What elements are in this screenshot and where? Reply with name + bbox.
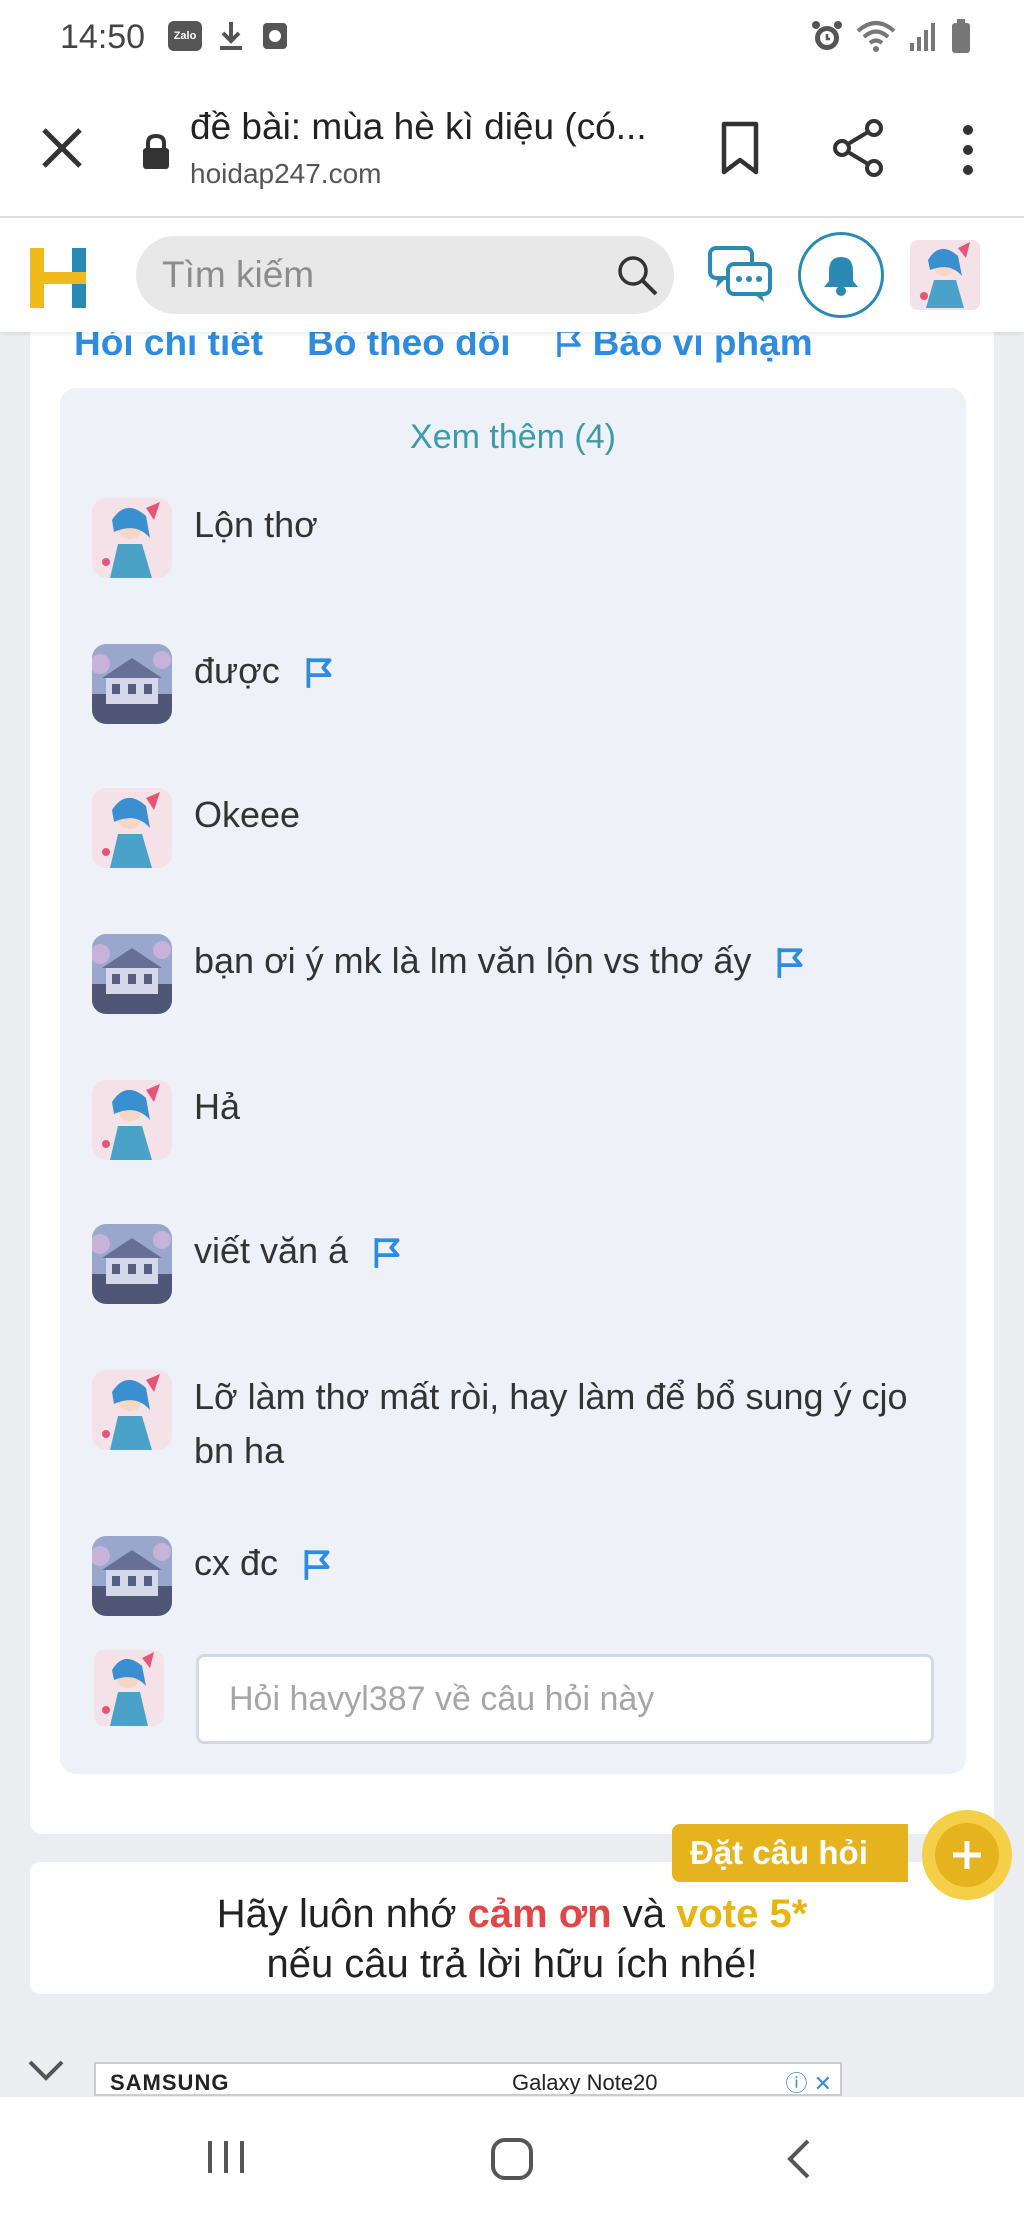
close-tab-button[interactable] xyxy=(36,122,88,174)
report-flag-icon[interactable] xyxy=(775,946,805,980)
report-flag-icon[interactable] xyxy=(304,656,334,690)
comment-reply-input[interactable] xyxy=(196,1654,934,1744)
comment-text-value: viết văn á xyxy=(194,1230,349,1271)
user-avatar[interactable] xyxy=(910,240,980,310)
comment-text: được xyxy=(194,644,334,698)
plus-icon xyxy=(953,1841,981,1869)
house-avatar-icon[interactable] xyxy=(92,934,172,1014)
plus-circle xyxy=(935,1823,999,1887)
comment-text: Lộn thơ xyxy=(194,504,318,545)
anime-avatar-icon[interactable] xyxy=(92,498,172,578)
ask-question-plus-button[interactable] xyxy=(922,1810,1012,1900)
comment-item: cx đc xyxy=(92,1536,952,1616)
reminder-vote: vote 5* xyxy=(676,1892,808,1936)
share-button[interactable] xyxy=(830,118,886,178)
anime-avatar-icon[interactable] xyxy=(92,1080,172,1160)
status-bar: 14:50 Zalo xyxy=(0,0,1024,78)
search-input[interactable] xyxy=(162,236,602,314)
comment-item: Hả xyxy=(92,1080,952,1160)
chevron-down-icon[interactable] xyxy=(24,2054,68,2086)
back-icon[interactable] xyxy=(780,2135,816,2183)
ad-brand-text: SAMSUNG xyxy=(110,2070,230,2095)
comment-text: cx đc xyxy=(194,1536,332,1590)
signal-icon xyxy=(910,23,935,51)
search-icon[interactable] xyxy=(614,252,660,298)
comment-item: được xyxy=(92,644,952,724)
bookmark-button[interactable] xyxy=(716,120,764,176)
ask-question-button[interactable]: Đặt câu hỏi xyxy=(672,1824,908,1882)
comment-text-value: được xyxy=(194,650,280,691)
anime-avatar-icon[interactable] xyxy=(92,1370,172,1450)
comment-item: Lộn thơ xyxy=(92,498,952,578)
comment-text: Okeee xyxy=(194,794,301,835)
bell-icon xyxy=(824,257,858,296)
battery-icon xyxy=(952,19,970,53)
page-title[interactable]: đề bài: mùa hè kì diệu (có... xyxy=(190,106,660,148)
notifications-button[interactable] xyxy=(798,232,884,318)
house-avatar-icon[interactable] xyxy=(92,1224,172,1304)
comment-text: Lỡ làm thơ mất ròi, hay làm để bổ sung ý… xyxy=(194,1376,908,1471)
status-time: 14:50 xyxy=(60,18,146,56)
current-user-avatar xyxy=(94,1650,164,1726)
page-domain[interactable]: hoidap247.com xyxy=(190,158,381,190)
alarm-icon xyxy=(812,21,842,50)
comment-item: Okeee xyxy=(92,788,952,868)
see-more-comments[interactable]: Xem thêm (4) xyxy=(60,418,966,457)
ad-banner[interactable]: SAMSUNG Galaxy Note20 ⓘ ✕ xyxy=(94,2062,842,2096)
status-system-icons xyxy=(810,18,972,54)
report-flag-icon[interactable] xyxy=(372,1236,402,1270)
zalo-icon: Zalo xyxy=(168,21,202,51)
comments-thread: Xem thêm (4) Lộn thơ được Okeee bạn ơi ý… xyxy=(60,388,966,1774)
comment-text-value: cx đc xyxy=(194,1542,279,1583)
house-avatar-icon[interactable] xyxy=(92,644,172,724)
ad-info-close-icon[interactable]: ⓘ ✕ xyxy=(785,2066,832,2094)
recent-apps-icon[interactable] xyxy=(204,2135,248,2179)
comment-item: bạn ơi ý mk là lm văn lộn vs thơ ấy xyxy=(92,934,952,1014)
wifi-icon xyxy=(856,21,896,52)
reminder-text-2: và xyxy=(611,1892,677,1936)
reminder-text-1: Hãy luôn nhớ xyxy=(216,1892,468,1936)
ad-product-text: Galaxy Note20 xyxy=(512,2070,658,2095)
report-flag-icon[interactable] xyxy=(302,1548,332,1582)
reminder-thanks: cảm ơn xyxy=(467,1892,612,1936)
search-box xyxy=(136,236,674,314)
system-navigation-bar xyxy=(0,2097,1024,2217)
house-avatar-icon[interactable] xyxy=(92,1536,172,1616)
home-icon[interactable] xyxy=(488,2135,536,2183)
comment-text: Hả xyxy=(194,1086,241,1127)
download-icon xyxy=(220,22,242,50)
hoidap247-logo[interactable] xyxy=(28,244,88,310)
lock-icon xyxy=(143,133,169,169)
reminder-line-2: nếu câu trả lời hữu ích nhé! xyxy=(266,1942,758,1986)
anime-avatar-icon[interactable] xyxy=(92,788,172,868)
site-header xyxy=(0,220,1024,332)
browser-toolbar: đề bài: mùa hè kì diệu (có... hoidap247.… xyxy=(0,78,1024,218)
comment-item: viết văn á xyxy=(92,1224,952,1304)
comment-text: viết văn á xyxy=(194,1224,402,1278)
reminder-line-1: Hãy luôn nhớ cảm ơn và vote 5* xyxy=(30,1892,994,1937)
comment-text-value: bạn ơi ý mk là lm văn lộn vs thơ ấy xyxy=(194,940,752,981)
more-options-button[interactable] xyxy=(950,122,986,178)
comment-text: bạn ơi ý mk là lm văn lộn vs thơ ấy xyxy=(194,934,805,988)
status-notification-icons: Zalo xyxy=(168,20,290,52)
comment-item: Lỡ làm thơ mất ròi, hay làm để bổ sung ý… xyxy=(92,1370,952,1478)
messages-icon[interactable] xyxy=(706,240,774,308)
screenshot-icon xyxy=(263,23,287,49)
